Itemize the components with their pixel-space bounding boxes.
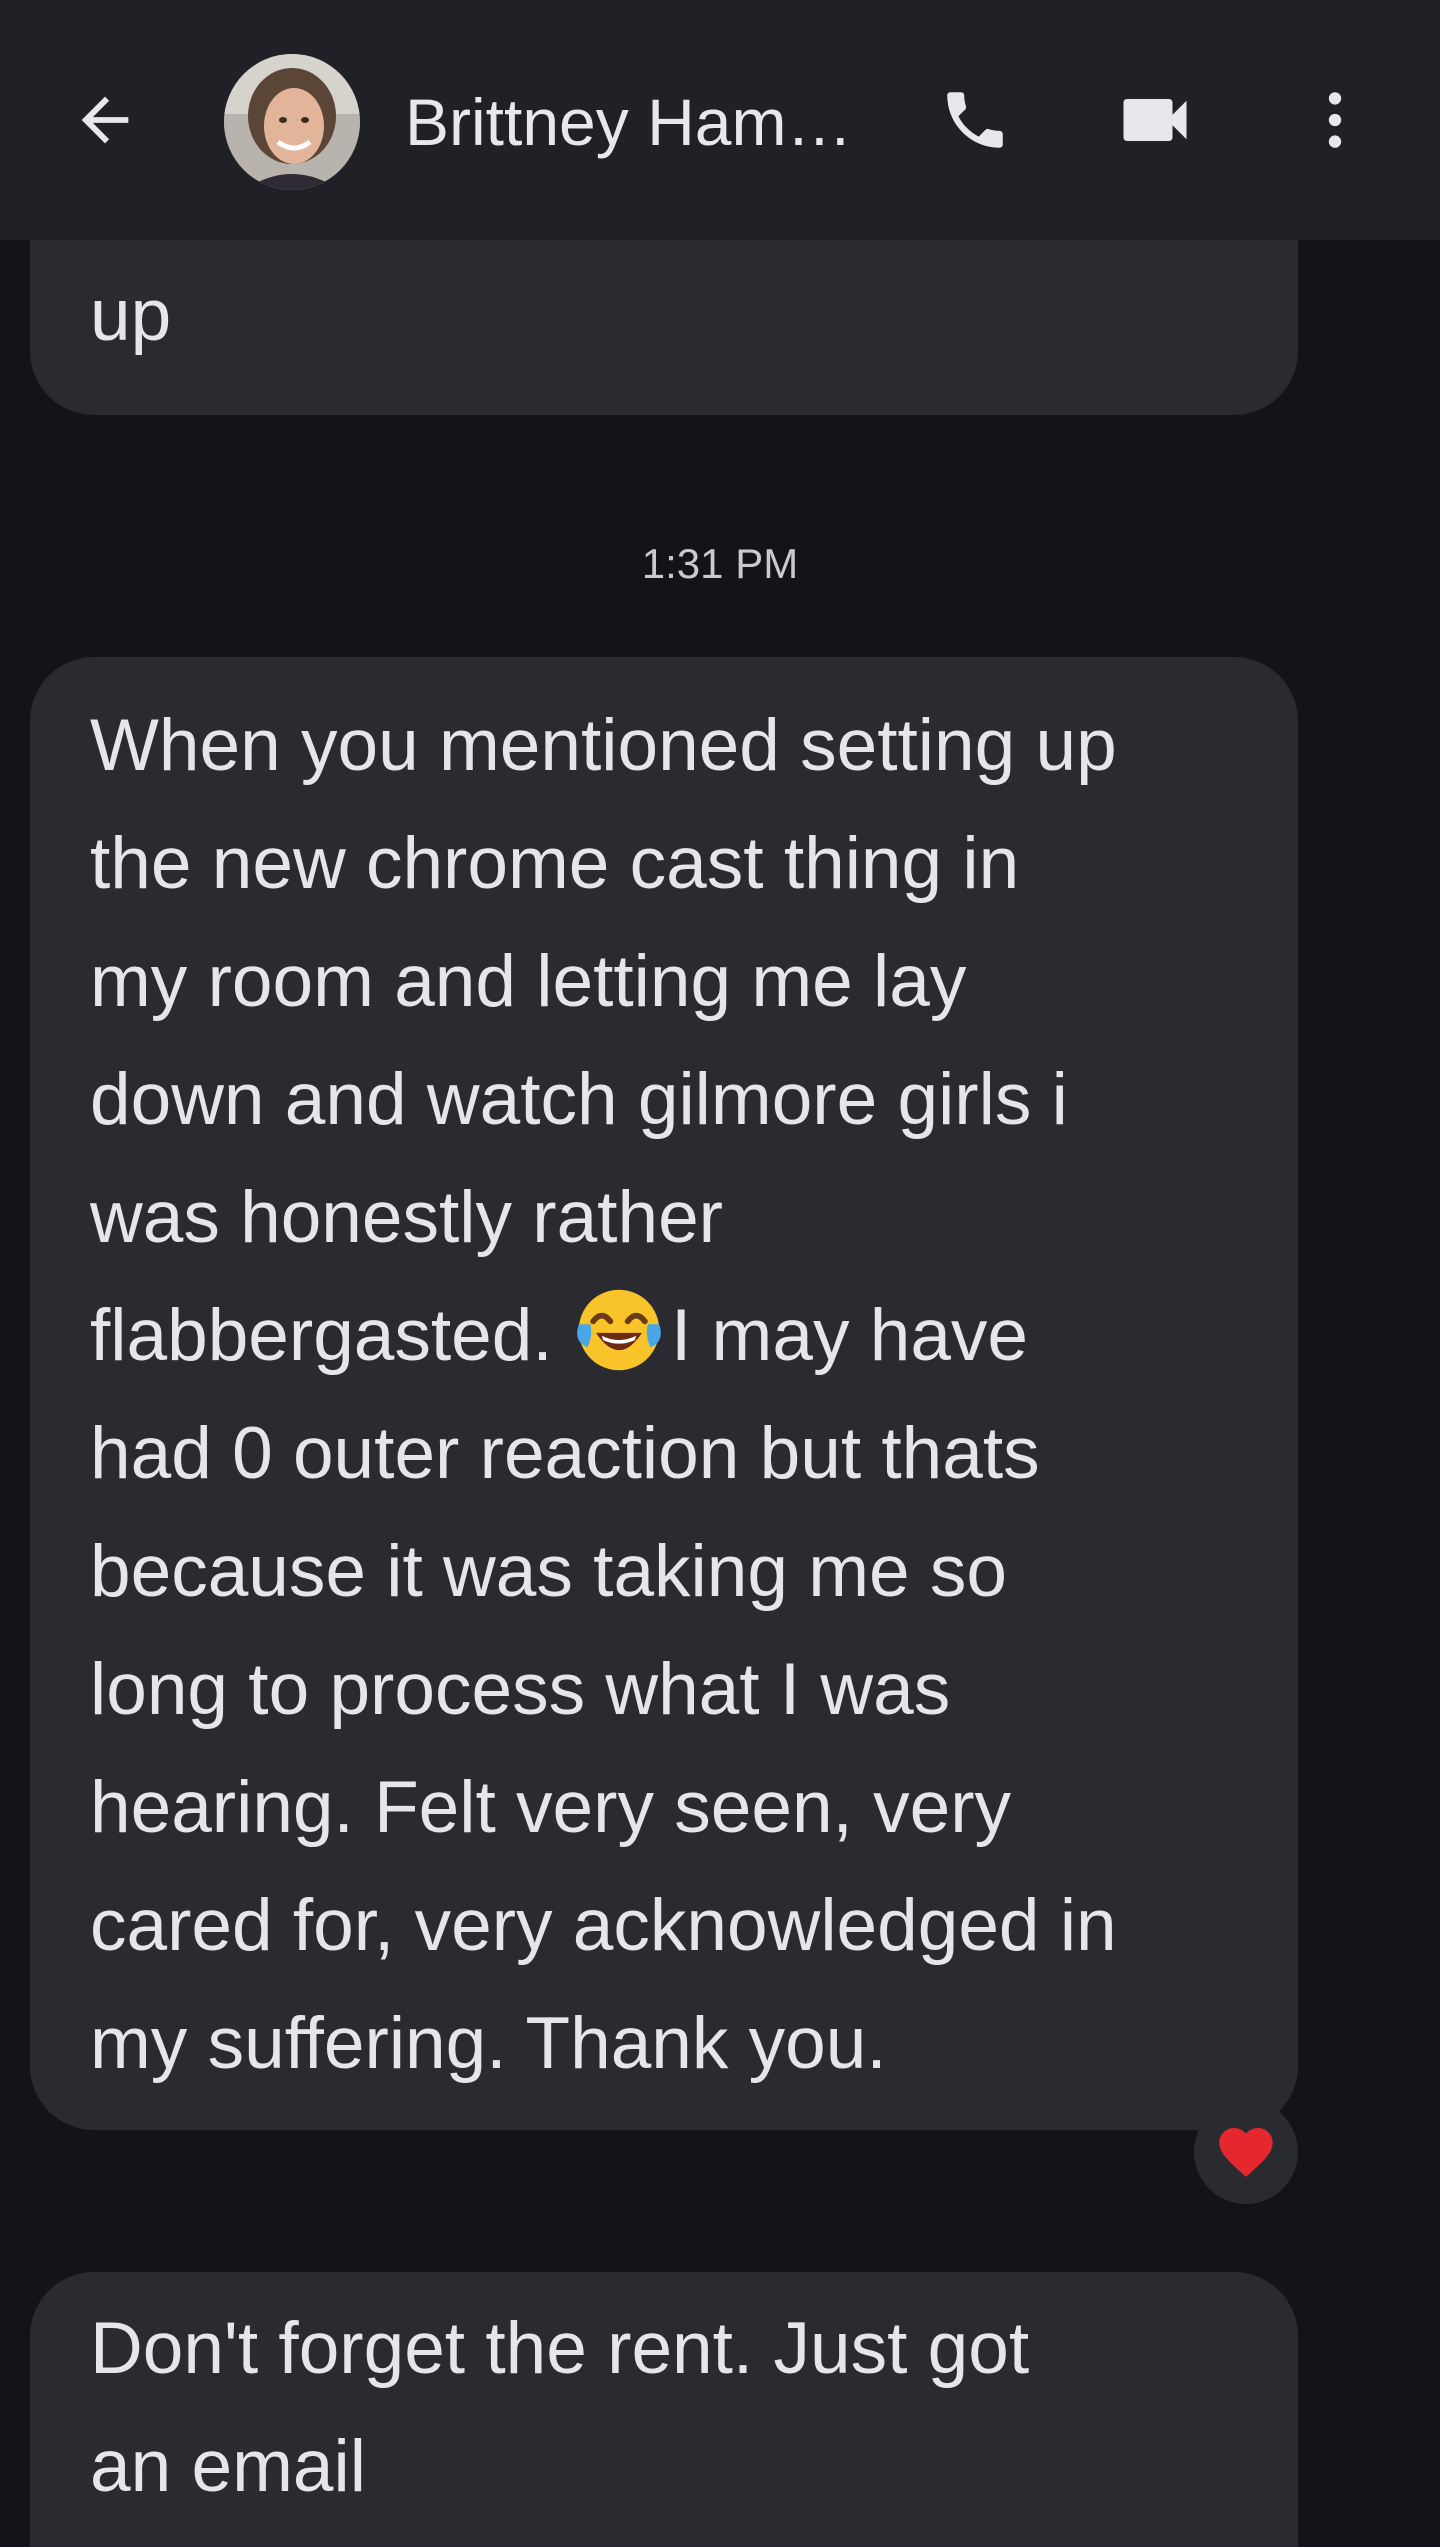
message-text-line: had 0 outer reaction but thats: [90, 1413, 1040, 1494]
arrow-left-icon: [81, 96, 129, 144]
phone-icon: [947, 92, 1003, 148]
message-bubble[interactable]: Don't forget the rent. Just got an email: [30, 2272, 1298, 2547]
message-text-fragment: flabbergasted.: [90, 1295, 553, 1376]
message-text-line: down and watch gilmore girls i: [90, 1059, 1068, 1140]
message-text-fragment: I may have: [670, 1295, 1029, 1376]
more-options-button[interactable]: [1290, 75, 1380, 165]
message-text-line: cared for, very acknowledged in: [90, 1885, 1117, 1966]
video-camera-icon: [1123, 99, 1187, 141]
message-text-line: flabbergasted. I may have: [90, 1277, 1238, 1395]
back-button[interactable]: [60, 75, 150, 165]
message-text-line: an email: [90, 2426, 366, 2507]
message-bubble[interactable]: When you mentioned setting up the new ch…: [30, 657, 1298, 2130]
message-text-line: my room and letting me lay: [90, 941, 967, 1022]
message-text-line: hearing. Felt very seen, very: [90, 1767, 1012, 1848]
face-with-tears-of-joy-icon: [577, 1289, 661, 1371]
heart-icon: [1219, 2128, 1273, 2177]
contact-avatar[interactable]: [224, 54, 360, 190]
message-text-line: Don't forget the rent. Just got: [90, 2308, 1030, 2389]
contact-name[interactable]: Brittney Ham…: [405, 84, 855, 160]
avatar-photo: [224, 54, 360, 190]
video-call-button[interactable]: [1110, 75, 1200, 165]
conversation-header: Brittney Ham…: [0, 0, 1440, 240]
message-text: up: [90, 275, 172, 356]
more-vert-icon: [1328, 92, 1342, 148]
heart-reaction[interactable]: [1194, 2100, 1298, 2204]
message-timestamp: 1:31 PM: [641, 540, 799, 587]
message-text-line: When you mentioned setting up: [90, 705, 1117, 786]
message-text-line: my suffering. Thank you.: [90, 2003, 887, 2084]
message-text-line: because it was taking me so: [90, 1531, 1008, 1612]
message-text-line: long to process what I was: [90, 1649, 951, 1730]
message-text-line: the new chrome cast thing in: [90, 823, 1020, 904]
voice-call-button[interactable]: [930, 75, 1020, 165]
message-text-line: was honestly rather: [90, 1177, 723, 1258]
